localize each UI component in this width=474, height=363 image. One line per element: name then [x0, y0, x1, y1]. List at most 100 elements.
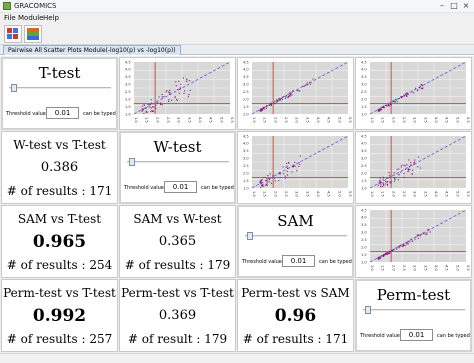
data-point [406, 96, 408, 98]
stat-cell-sam-vs-w: SAM vs W-test 0.365 # of results : 179 [119, 205, 236, 278]
data-point [382, 176, 384, 178]
x-tick-label: 1.5 [381, 117, 385, 123]
x-tick-label: 2.0 [155, 117, 159, 123]
minimize-icon[interactable]: – [436, 1, 448, 11]
scatter-plot[interactable]: 1.0 1.5 2.0 2.5 3.0 3.5 4.0 4.5 5.0 5.5 1.0 1.5 2.0 2… [355, 131, 472, 204]
x-tick-label: 5.5 [348, 117, 352, 123]
x-tick-label: 3.0 [413, 191, 417, 197]
scatter-svg: 1.0 1.5 2.0 2.5 3.0 3.5 4.0 4.5 5.0 5.5 1.0 1.5 2.0 2… [361, 134, 470, 197]
y-tick-label: 3.5 [361, 149, 367, 153]
data-point [274, 177, 276, 179]
threshold-slider[interactable] [127, 161, 229, 163]
menu-module[interactable]: Module [18, 14, 43, 22]
horizontal-scrollbar[interactable] [0, 353, 474, 363]
threshold-slider[interactable] [9, 87, 111, 89]
stat-cell-sam-vs-t: SAM vs T-test 0.965 # of results : 254 [1, 205, 118, 278]
threshold-slider[interactable] [245, 235, 347, 237]
scatter-svg: 1.0 1.5 2.0 2.5 3.0 3.5 4.0 4.5 5.0 5.5 1.0 1.5 2.0 2… [243, 60, 352, 123]
x-tick-label: 1.0 [134, 117, 138, 123]
x-tick-label: 3.5 [423, 191, 427, 197]
data-point [411, 169, 414, 171]
slider-thumb[interactable] [247, 232, 253, 240]
scatter-plot[interactable]: 1.0 1.5 2.0 2.5 3.0 3.5 4.0 4.5 5.0 5.5 1.0 1.5 2.0 2… [237, 131, 354, 204]
x-tick-label: 5.0 [337, 191, 341, 197]
data-point [262, 107, 265, 109]
menu-file[interactable]: File [4, 14, 16, 22]
close-icon[interactable]: × [460, 1, 472, 11]
data-point [312, 78, 314, 80]
data-point [273, 102, 275, 104]
data-point [394, 176, 396, 179]
data-point [427, 228, 429, 230]
threshold-input[interactable]: 0.01 [164, 181, 197, 193]
y-tick-label: 4.0 [243, 68, 249, 72]
data-point [411, 91, 413, 93]
slider-thumb[interactable] [11, 84, 17, 92]
y-tick-label: 1.5 [243, 179, 249, 183]
x-tick-label: 1.5 [145, 117, 149, 123]
y-tick-label: 2.0 [361, 171, 367, 175]
data-point [387, 177, 389, 179]
y-tick-label: 1.5 [125, 105, 131, 109]
maximize-icon[interactable]: □ [448, 1, 460, 11]
data-point [268, 179, 271, 181]
data-point [409, 241, 411, 243]
data-point [393, 100, 395, 102]
data-point [278, 172, 280, 174]
stat-count: # of result : 179 [127, 332, 228, 346]
toolbar-button-settings[interactable] [24, 25, 42, 43]
toolbar-button-grid[interactable] [4, 25, 22, 43]
data-point [382, 106, 384, 108]
x-tick-label: 3.5 [423, 265, 427, 271]
matrix-panel: T-test Threshold value 0.01 can be typed… [0, 56, 474, 353]
data-point [263, 108, 265, 110]
typed-hint: can be typed [83, 111, 116, 117]
data-point [269, 178, 271, 180]
threshold-input[interactable]: 0.01 [46, 107, 79, 119]
y-tick-label: 2.5 [361, 90, 367, 94]
scatter-plot[interactable]: 1.0 1.5 2.0 2.5 3.0 3.5 4.0 4.5 5.0 5.5 1.0 1.5 2.0 2… [237, 57, 354, 130]
data-point [386, 105, 388, 107]
data-point [282, 96, 284, 98]
scatter-plot[interactable]: 1.0 1.5 2.0 2.5 3.0 3.5 4.0 4.5 5.0 5.5 1.0 1.5 2.0 2… [355, 57, 472, 130]
data-point [385, 104, 387, 106]
y-tick-label: 1.0 [125, 112, 131, 116]
data-point [406, 92, 408, 94]
data-point [186, 80, 188, 83]
data-point [413, 92, 415, 94]
data-point [179, 87, 181, 89]
typed-hint: can be typed [437, 333, 470, 339]
scatter-plot[interactable]: 1.0 1.5 2.0 2.5 3.0 3.5 4.0 4.5 5.0 5.5 1.0 1.5 2.0 2… [355, 205, 472, 278]
data-point [378, 258, 380, 260]
data-point [391, 249, 393, 252]
data-point [393, 180, 396, 182]
slider-thumb[interactable] [365, 306, 371, 314]
x-tick-label: 4.5 [209, 117, 213, 123]
data-point [377, 184, 379, 186]
menu-help[interactable]: Help [43, 14, 59, 22]
data-point [152, 106, 154, 108]
threshold-slider[interactable] [363, 309, 465, 311]
y-tick-label: 2.5 [243, 90, 249, 94]
data-point [143, 112, 145, 115]
data-point [310, 83, 312, 85]
x-tick-label: 3.5 [187, 117, 191, 123]
threshold-input[interactable]: 0.01 [400, 329, 433, 341]
y-tick-label: 4.0 [243, 142, 249, 146]
data-point [379, 177, 381, 179]
threshold-input[interactable]: 0.01 [282, 255, 315, 267]
data-point [386, 181, 388, 184]
stat-value: 0.965 [32, 232, 87, 252]
x-tick-label: 4.5 [445, 117, 449, 123]
data-point [389, 181, 391, 183]
data-point [389, 174, 391, 176]
x-tick-label: 5.5 [466, 117, 470, 123]
stat-count: # of results : 257 [6, 332, 113, 346]
scatter-plot[interactable]: 1.0 1.5 2.0 2.5 3.0 3.5 4.0 4.5 5.0 5.5 1.0 1.5 2.0 2… [119, 57, 236, 130]
data-point [278, 173, 280, 175]
tab-pairwise-scatter[interactable]: Pairwise All Scatter Plots Module(-log10… [3, 45, 181, 55]
data-point [141, 108, 143, 110]
slider-thumb[interactable] [129, 158, 135, 166]
x-tick-label: 1.5 [263, 191, 267, 197]
data-point [406, 164, 408, 166]
